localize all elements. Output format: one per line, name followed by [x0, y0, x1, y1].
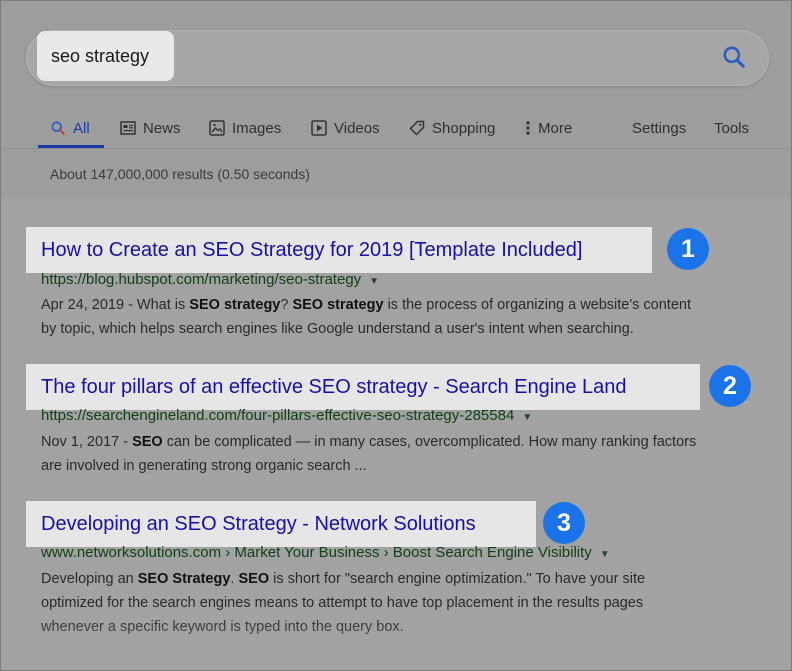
result-url-text: https://blog.hubspot.com/marketing/seo-s…	[41, 271, 362, 288]
tag-icon	[409, 120, 425, 136]
snippet-bold: SEO	[238, 571, 270, 587]
more-vert-icon	[526, 121, 530, 135]
newspaper-icon	[120, 121, 136, 135]
tab-images[interactable]: Images	[209, 109, 281, 147]
video-icon	[311, 120, 327, 136]
result-url[interactable]: https://blog.hubspot.com/marketing/seo-s…	[41, 271, 379, 288]
tab-videos[interactable]: Videos	[311, 109, 380, 147]
snippet-text: is short for "search engine optimization…	[269, 571, 646, 587]
tab-shopping[interactable]: Shopping	[409, 109, 495, 147]
snippet-bold: SEO strategy	[292, 297, 384, 313]
tab-all[interactable]: All	[50, 109, 90, 147]
number-badge: 1	[667, 228, 709, 270]
result-stats: About 147,000,000 results (0.50 seconds)	[50, 166, 310, 182]
snippet-bold: SEO strategy	[189, 297, 281, 313]
tab-news[interactable]: News	[120, 109, 181, 147]
snippet-bold: SEO Strategy	[137, 571, 231, 587]
number-badge: 2	[709, 365, 751, 407]
result-url-text: https://searchengineland.com/four-pillar…	[41, 407, 515, 424]
tab-tools[interactable]: Tools	[714, 109, 749, 147]
result-title[interactable]: How to Create an SEO Strategy for 2019 […	[41, 239, 582, 262]
caret-down-icon[interactable]: ▼	[600, 549, 610, 560]
snippet-bold: SEO	[132, 434, 163, 450]
tab-more-label: More	[538, 119, 573, 137]
tab-shopping-label: Shopping	[432, 119, 496, 137]
search-input[interactable]: seo strategy	[51, 46, 149, 67]
snippet-text: can be complicated — in many cases, over…	[162, 434, 697, 450]
snippet-text: ?	[280, 297, 293, 313]
snippet-text: Nov 1, 2017 -	[41, 434, 133, 450]
number-badge: 3	[543, 502, 585, 544]
snippet-line: Nov 1, 2017 - SEO can be complicated — i…	[41, 430, 771, 454]
snippet-line: by topic, which helps search engines lik…	[41, 321, 634, 337]
result-snippet: Apr 24, 2019 - What is SEO strategy? SEO…	[41, 293, 771, 341]
snippet-text: Apr 24, 2019 - What is	[41, 297, 190, 313]
search-results-page: seo strategy All News Images Videos Shop…	[0, 0, 792, 671]
snippet-line: whenever a specific keyword is typed int…	[41, 619, 404, 635]
tabs-divider	[1, 148, 791, 149]
caret-down-icon[interactable]: ▼	[369, 276, 379, 287]
result-url[interactable]: https://searchengineland.com/four-pillar…	[41, 407, 532, 424]
tab-videos-label: Videos	[334, 119, 380, 137]
search-icon[interactable]	[721, 44, 747, 70]
result-title[interactable]: The four pillars of an effective SEO str…	[41, 376, 627, 399]
result-url[interactable]: www.networksolutions.com › Market Your B…	[41, 544, 610, 561]
snippet-line: are involved in generating strong organi…	[41, 458, 367, 474]
tab-settings-label: Settings	[632, 119, 687, 137]
result-url-text: www.networksolutions.com › Market Your B…	[41, 544, 592, 561]
snippet-text: is the process of organizing a website's…	[383, 297, 691, 313]
snippet-line: optimized for the search engines means t…	[41, 595, 644, 611]
caret-down-icon[interactable]: ▼	[522, 412, 532, 423]
result-snippet: Developing an SEO Strategy. SEO is short…	[41, 567, 771, 639]
tab-tools-label: Tools	[714, 119, 750, 137]
result-snippet: Nov 1, 2017 - SEO can be complicated — i…	[41, 430, 771, 478]
tab-news-label: News	[143, 119, 181, 137]
tab-settings[interactable]: Settings	[632, 109, 686, 147]
search-icon	[51, 121, 65, 135]
result-title[interactable]: Developing an SEO Strategy - Network Sol…	[41, 513, 476, 536]
snippet-text: Developing an	[41, 571, 138, 587]
tab-more[interactable]: More	[525, 109, 572, 147]
tab-images-label: Images	[232, 119, 282, 137]
snippet-line: Apr 24, 2019 - What is SEO strategy? SEO…	[41, 293, 771, 317]
search-tabs: All News Images Videos Shopping More Set…	[1, 109, 791, 149]
image-icon	[209, 120, 225, 136]
snippet-line: Developing an SEO Strategy. SEO is short…	[41, 567, 771, 591]
tab-all-label: All	[73, 119, 90, 137]
